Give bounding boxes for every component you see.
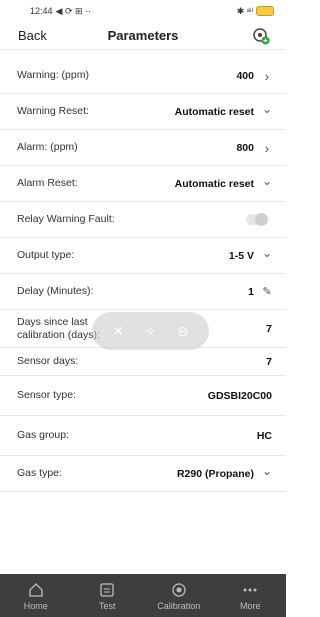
row-value: 7: [266, 322, 272, 335]
row-value-wrap: 7: [266, 323, 272, 335]
nav-label: Home: [23, 600, 48, 611]
nav-label: Calibration: [157, 600, 201, 611]
status-right-icons: ✱ ᵃᶦˡ: [236, 5, 253, 16]
row-value: 800: [236, 141, 254, 154]
status-right: ✱ ᵃᶦˡ: [237, 6, 274, 17]
row-label: Alarm: (ppm): [17, 141, 78, 153]
row-label: Gas type:: [17, 467, 62, 479]
row-value-wrap: Automatic reset ⌄: [174, 102, 272, 118]
list-item[interactable]: Alarm: (ppm) 800 ›: [0, 130, 286, 166]
row-value-wrap: 1 ✎: [248, 285, 272, 299]
row-value-wrap: HC: [257, 430, 272, 442]
row-value-wrap: Automatic reset ⌄: [174, 174, 272, 190]
list-item: Sensor type: GDSBI20C00: [0, 376, 286, 416]
calibration-icon: [171, 581, 187, 599]
floating-controls-overlay[interactable]: ✕ ✧ ⊖: [92, 312, 209, 350]
test-icon: [99, 581, 115, 599]
list-item[interactable]: Gas type: R290 (Propane) ⌄: [0, 456, 286, 492]
pencil-icon[interactable]: ✎: [262, 286, 272, 298]
status-bar: 12:44 ◀ ⟳ ⊞ ·· ✱ ᵃᶦˡ: [0, 0, 286, 22]
chevron-right-icon[interactable]: ›: [262, 68, 272, 84]
toggle-knob: [255, 213, 268, 226]
row-value: Automatic reset: [174, 105, 254, 118]
row-value: 400: [236, 69, 254, 82]
row-label: Sensor days:: [17, 355, 79, 367]
list-item[interactable]: Relay Warning Fault:: [0, 202, 286, 238]
gear-plus-icon[interactable]: [250, 25, 272, 47]
back-button[interactable]: Back: [18, 28, 47, 43]
list-item[interactable]: Alarm Reset: Automatic reset ⌄: [0, 166, 286, 202]
battery-icon: [256, 6, 274, 16]
status-left: 12:44 ◀ ⟳ ⊞ ··: [30, 6, 91, 17]
nav-item-calibration[interactable]: Calibration: [144, 581, 214, 611]
page-title: Parameters: [107, 28, 179, 43]
row-label: Warning Reset:: [17, 105, 89, 117]
row-value-wrap: 800 ›: [236, 140, 272, 156]
status-time: 12:44: [30, 6, 53, 16]
nav-label: More: [239, 600, 261, 611]
relay-warning-fault-toggle[interactable]: [246, 213, 268, 226]
list-item[interactable]: Output type: 1-5 V ⌄: [0, 238, 286, 274]
row-value: HC: [256, 429, 272, 442]
list-item: Sensor days: 7: [0, 348, 286, 376]
more-icon: [242, 581, 258, 599]
nav-item-more[interactable]: More: [215, 581, 285, 611]
row-value: GDSBI20C00: [207, 389, 272, 402]
nav-label: Test: [98, 600, 116, 611]
row-value: Automatic reset: [174, 177, 254, 190]
row-label: Sensor type:: [17, 389, 76, 401]
list-item: Gas group: HC: [0, 416, 286, 456]
header: Back Parameters: [0, 22, 286, 50]
bottom-nav: Home Test Calibration More: [0, 574, 286, 617]
list-item[interactable]: Warning Reset: Automatic reset ⌄: [0, 94, 286, 130]
list-item[interactable]: Warning: (ppm) 400 ›: [0, 58, 286, 94]
home-icon: [28, 581, 44, 599]
row-value-wrap: 1-5 V ⌄: [228, 246, 272, 262]
parameters-list: Warning: (ppm) 400 › Warning Reset: Automati…: [0, 58, 286, 492]
row-value-wrap: 400 ›: [236, 68, 272, 84]
list-item[interactable]: Delay (Minutes): 1 ✎: [0, 274, 286, 310]
flash-off-icon[interactable]: ✕: [112, 323, 124, 340]
row-value-wrap: GDSBI20C00: [208, 390, 272, 402]
minus-circle-icon[interactable]: ⊖: [177, 323, 189, 340]
row-label: Delay (Minutes):: [17, 285, 94, 297]
chevron-down-icon[interactable]: ⌄: [262, 464, 272, 478]
row-value: 7: [266, 355, 272, 368]
status-left-icons: ◀ ⟳ ⊞ ··: [55, 5, 92, 16]
chevron-down-icon[interactable]: ⌄: [262, 174, 272, 188]
chevron-down-icon[interactable]: ⌄: [262, 246, 272, 260]
row-value: 1: [248, 285, 254, 298]
nav-item-test[interactable]: Test: [72, 581, 142, 611]
row-value: R290 (Propane): [176, 467, 254, 480]
row-label: Warning: (ppm): [17, 69, 89, 81]
row-value-wrap: 7: [266, 356, 272, 368]
row-value-wrap: [246, 213, 272, 226]
chevron-right-icon[interactable]: ›: [262, 140, 272, 156]
row-value-wrap: R290 (Propane) ⌄: [176, 464, 272, 480]
row-label: Output type:: [17, 249, 75, 261]
row-label: Gas group:: [17, 429, 69, 441]
light-off-icon[interactable]: ✧: [145, 323, 157, 340]
nav-item-home[interactable]: Home: [1, 581, 71, 611]
row-label: Alarm Reset:: [17, 177, 78, 189]
row-value: 1-5 V: [228, 249, 254, 262]
chevron-down-icon[interactable]: ⌄: [262, 102, 272, 116]
row-label: Relay Warning Fault:: [17, 213, 115, 225]
